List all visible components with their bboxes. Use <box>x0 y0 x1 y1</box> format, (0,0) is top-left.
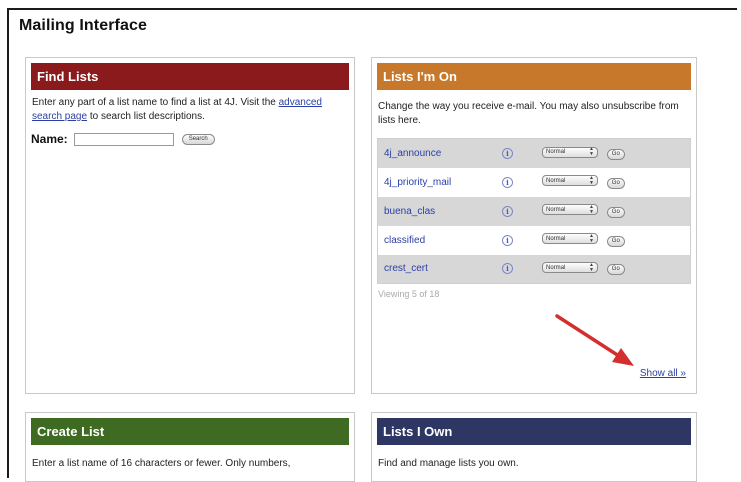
updown-icon: ▲ ▼ <box>589 232 594 244</box>
lists-i-own-panel: Lists I Own Find and manage lists you ow… <box>371 412 697 482</box>
list-name-link[interactable]: buena_clas <box>384 206 435 217</box>
list-cell: 4j_priority_mail <box>378 168 503 197</box>
info-cell: i <box>502 255 542 284</box>
go-button[interactable]: Go <box>606 235 625 247</box>
delivery-select[interactable]: Normal ▲ ▼ <box>542 174 598 187</box>
delivery-select[interactable]: Normal ▲ ▼ <box>542 146 598 158</box>
go-button[interactable]: Go <box>606 264 625 276</box>
table-row: crest_cert i Normal ▲ ▼ Go <box>377 254 691 284</box>
list-name-link[interactable]: classified <box>384 235 425 246</box>
actions-cell: Normal ▲ ▼ Go <box>542 255 691 284</box>
info-icon[interactable]: i <box>502 234 513 246</box>
info-cell: i <box>502 226 542 255</box>
create-list-panel: Create List Enter a list name of 16 char… <box>25 412 355 482</box>
find-lists-text-before: Enter any part of a list name to find a … <box>32 97 279 108</box>
delivery-select[interactable]: Normal ▲ ▼ <box>542 203 598 216</box>
updown-icon: ▲ ▼ <box>589 261 594 273</box>
go-button[interactable]: Go <box>606 206 625 218</box>
list-cell: 4j_announce <box>378 139 503 168</box>
updown-icon: ▲ ▼ <box>589 203 594 215</box>
name-search-row: Name: Search <box>31 132 349 146</box>
create-list-description: Enter a list name of 16 characters or fe… <box>32 458 291 469</box>
list-cell: buena_clas <box>378 197 503 226</box>
info-icon[interactable]: i <box>502 176 513 188</box>
find-lists-text-after: to search list descriptions. <box>87 111 205 122</box>
delivery-value: Normal <box>546 177 566 184</box>
list-name-link[interactable]: 4j_priority_mail <box>384 177 451 188</box>
go-button[interactable]: Go <box>606 148 625 160</box>
lists-i-own-description: Find and manage lists you own. <box>378 458 519 469</box>
info-icon[interactable]: i <box>502 205 513 217</box>
find-lists-panel: Find Lists Enter any part of a list name… <box>25 57 355 394</box>
list-name-link[interactable]: 4j_announce <box>384 148 441 159</box>
lists-im-on-description: Change the way you receive e-mail. You m… <box>378 101 679 126</box>
delivery-value: Normal <box>546 264 566 271</box>
delivery-select[interactable]: Normal ▲ ▼ <box>542 261 598 274</box>
find-lists-description: Enter any part of a list name to find a … <box>32 96 349 124</box>
actions-cell: Normal ▲ ▼ Go <box>542 226 691 255</box>
delivery-select[interactable]: Normal ▲ ▼ <box>542 232 598 245</box>
list-cell: crest_cert <box>378 255 503 284</box>
lists-im-on-panel: Lists I'm On Change the way you receive … <box>371 57 697 394</box>
search-button[interactable]: Search <box>181 133 215 145</box>
lists-i-own-header: Lists I Own <box>377 418 691 445</box>
table-row: 4j_announce i Normal ▲ ▼ Go <box>377 138 691 168</box>
go-button[interactable]: Go <box>606 177 625 189</box>
table-row: classified i Normal ▲ ▼ Go <box>378 226 691 255</box>
page-title: Mailing Interface <box>19 17 147 34</box>
delivery-value: Normal <box>546 149 566 156</box>
find-lists-header: Find Lists <box>31 63 349 90</box>
list-name-link[interactable]: crest_cert <box>384 263 428 274</box>
create-list-header: Create List <box>31 418 349 445</box>
actions-cell: Normal ▲ ▼ Go <box>542 168 691 197</box>
delivery-value: Normal <box>546 235 566 242</box>
info-cell: i <box>502 168 542 197</box>
show-all-link[interactable]: Show all » <box>640 368 686 379</box>
actions-cell: Normal ▲ ▼ Go <box>542 197 691 226</box>
actions-cell: Normal ▲ ▼ Go <box>542 139 691 168</box>
lists-im-on-header: Lists I'm On <box>377 63 691 90</box>
name-label: Name: <box>31 132 68 146</box>
info-cell: i <box>502 197 542 226</box>
subscribed-lists-table: 4j_announce i Normal ▲ ▼ Go 4j_priority_ma… <box>377 138 691 284</box>
updown-icon: ▲ ▼ <box>589 174 594 186</box>
table-row: buena_clas i Normal ▲ ▼ Go <box>377 196 691 226</box>
info-cell: i <box>502 139 542 168</box>
list-cell: classified <box>378 226 503 255</box>
info-icon[interactable]: i <box>502 263 513 275</box>
name-input[interactable] <box>73 132 174 146</box>
updown-icon: ▲ ▼ <box>589 146 594 158</box>
table-row: 4j_priority_mail i Normal ▲ ▼ Go <box>378 168 691 197</box>
delivery-value: Normal <box>546 206 566 213</box>
viewing-count: Viewing 5 of 18 <box>378 289 440 299</box>
info-icon[interactable]: i <box>502 147 513 159</box>
